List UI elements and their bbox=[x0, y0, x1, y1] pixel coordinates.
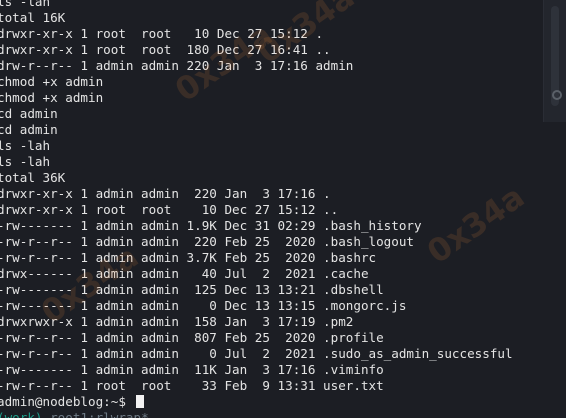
terminal-line: ls -lah bbox=[0, 138, 51, 153]
terminal-line: -rw-r--r-- 1 root root 33 Feb 9 13:31 us… bbox=[0, 378, 384, 393]
terminal-line: ls -lah bbox=[0, 0, 51, 9]
terminal-line: chmod +x admin bbox=[0, 90, 104, 105]
terminal-line: ls -lah bbox=[0, 154, 51, 169]
terminal-output: ls -lah total 16K drwxr-xr-x 1 root root… bbox=[0, 0, 513, 418]
shell-prompt: admin@nodeblog:~$ bbox=[0, 394, 126, 409]
terminal-line: drwxr-xr-x 1 root root 10 Dec 27 15:12 . bbox=[0, 26, 324, 41]
terminal-line: drwxr-xr-x 1 admin admin 220 Jan 3 17:16… bbox=[0, 186, 331, 201]
tmux-session-name: (work) bbox=[0, 410, 43, 418]
terminal-line: -rw-r--r-- 1 admin admin 3.7K Feb 25 202… bbox=[0, 250, 377, 265]
terminal-line: drwxrwxr-x 1 admin admin 158 Jan 3 17:19… bbox=[0, 314, 354, 329]
prompt-line[interactable]: admin@nodeblog:~$ bbox=[0, 394, 513, 410]
terminal-line: -rw------- 1 admin admin 0 Dec 13 13:15 … bbox=[0, 298, 407, 313]
text-cursor bbox=[135, 395, 144, 408]
scrollbar[interactable] bbox=[543, 0, 566, 122]
terminal-line: drwxr-xr-x 1 root root 180 Dec 27 16:41 … bbox=[0, 42, 331, 57]
terminal-line: -rw-r--r-- 1 admin admin 220 Feb 25 2020… bbox=[0, 234, 415, 249]
tmux-window-list: root1:rlwrap* bbox=[42, 410, 149, 418]
terminal-line: chmod +x admin bbox=[0, 74, 104, 89]
terminal-line: total 16K bbox=[0, 10, 66, 25]
terminal-line: -rw-r--r-- 1 admin admin 0 Jul 2 2021 .s… bbox=[0, 346, 513, 361]
terminal-line: -rw------- 1 admin admin 11K Jan 3 17:16… bbox=[0, 362, 384, 377]
terminal-line: -rw------- 1 admin admin 125 Dec 13 13:2… bbox=[0, 282, 384, 297]
terminal-line: drwxr-xr-x 1 root root 10 Dec 27 15:12 .… bbox=[0, 202, 339, 217]
terminal-line: drw-r--r-- 1 admin admin 220 Jan 3 17:16… bbox=[0, 58, 354, 73]
circle-icon bbox=[552, 90, 562, 100]
terminal-line: -rw------- 1 admin admin 1.9K Dec 31 02:… bbox=[0, 218, 422, 233]
tmux-status-line: (work) root1:rlwrap* bbox=[0, 410, 513, 418]
terminal-line: cd admin bbox=[0, 106, 58, 121]
terminal-line: total 36K bbox=[0, 170, 66, 185]
terminal-line: -rw-r--r-- 1 admin admin 807 Feb 25 2020… bbox=[0, 330, 384, 345]
terminal-line: drwx------ 1 admin admin 40 Jul 2 2021 .… bbox=[0, 266, 369, 281]
terminal-window[interactable]: ls -lah total 16K drwxr-xr-x 1 root root… bbox=[0, 0, 566, 418]
terminal-line: cd admin bbox=[0, 122, 58, 137]
